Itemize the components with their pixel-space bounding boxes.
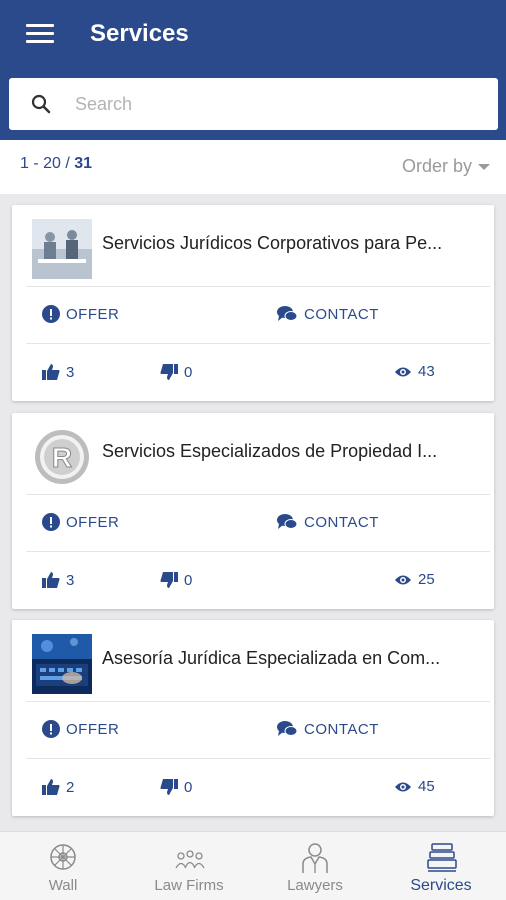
business-meeting-photo [32, 219, 92, 279]
service-card[interactable]: Servicios Jurídicos Corporativos para Pe… [12, 205, 494, 401]
law-firms-icon [175, 850, 205, 869]
like-button[interactable]: 3 [42, 571, 74, 589]
dislike-button[interactable]: 0 [160, 571, 192, 589]
bottom-navigation: Wall Law Firms Lawyers Services [0, 831, 506, 900]
contact-button[interactable]: CONTACT [276, 305, 379, 323]
like-button[interactable]: 2 [42, 778, 74, 796]
divider [26, 758, 490, 759]
search-icon [31, 94, 51, 114]
thumbs-down-icon [160, 572, 178, 588]
nav-services[interactable]: Services [378, 832, 504, 900]
eye-icon [395, 575, 411, 584]
like-button[interactable]: 3 [42, 363, 74, 381]
alert-circle-icon [42, 720, 60, 738]
hamburger-menu-icon[interactable] [26, 24, 54, 46]
app-header: Services [0, 0, 506, 140]
view-count: 45 [394, 778, 435, 795]
offer-button[interactable]: OFFER [42, 720, 119, 738]
lawyers-icon [302, 843, 328, 873]
service-title[interactable]: Servicios Especializados de Propiedad I.… [102, 441, 482, 462]
contact-button[interactable]: CONTACT [276, 513, 379, 531]
eye-icon [395, 367, 411, 376]
divider [26, 343, 490, 344]
divider [26, 701, 490, 702]
service-card[interactable]: R Servicios Especializados de Propiedad … [12, 413, 494, 609]
order-by-dropdown[interactable]: Order by [402, 156, 490, 177]
eye-icon [395, 782, 411, 791]
alert-circle-icon [42, 305, 60, 323]
divider [26, 286, 490, 287]
divider [26, 551, 490, 552]
registered-trademark-photo: R [32, 427, 92, 487]
thumbs-down-icon [160, 779, 178, 795]
service-title[interactable]: Servicios Jurídicos Corporativos para Pe… [102, 233, 482, 254]
search-input[interactable] [75, 88, 475, 120]
nav-lawyers[interactable]: Lawyers [252, 832, 378, 900]
divider [26, 494, 490, 495]
services-icon [427, 843, 457, 872]
contact-button[interactable]: CONTACT [276, 720, 379, 738]
thumbs-up-icon [42, 779, 60, 795]
view-count: 43 [394, 363, 435, 380]
chat-bubbles-icon [277, 721, 298, 736]
chat-bubbles-icon [277, 514, 298, 529]
offer-button[interactable]: OFFER [42, 305, 119, 323]
view-count: 25 [394, 571, 435, 588]
thumbs-up-icon [42, 364, 60, 380]
svg-text:R: R [52, 442, 72, 473]
result-counter: 1 - 20 / 31 [20, 155, 93, 172]
nav-wall[interactable]: Wall [0, 832, 126, 900]
thumbs-up-icon [42, 572, 60, 588]
wall-icon [50, 844, 76, 870]
dislike-button[interactable]: 0 [160, 363, 192, 381]
nav-law-firms[interactable]: Law Firms [126, 832, 252, 900]
page-title: Services [90, 20, 189, 47]
results-bar: 1 - 20 / 31 Order by [0, 140, 506, 194]
search-bar[interactable] [9, 78, 498, 130]
digital-keyboard-photo [32, 634, 92, 694]
alert-circle-icon [42, 513, 60, 531]
service-card[interactable]: Asesoría Jurídica Especializada en Com..… [12, 620, 494, 816]
chevron-down-icon [478, 164, 490, 171]
dislike-button[interactable]: 0 [160, 778, 192, 796]
service-title[interactable]: Asesoría Jurídica Especializada en Com..… [102, 648, 482, 669]
offer-button[interactable]: OFFER [42, 513, 119, 531]
thumbs-down-icon [160, 364, 178, 380]
chat-bubbles-icon [277, 306, 298, 321]
